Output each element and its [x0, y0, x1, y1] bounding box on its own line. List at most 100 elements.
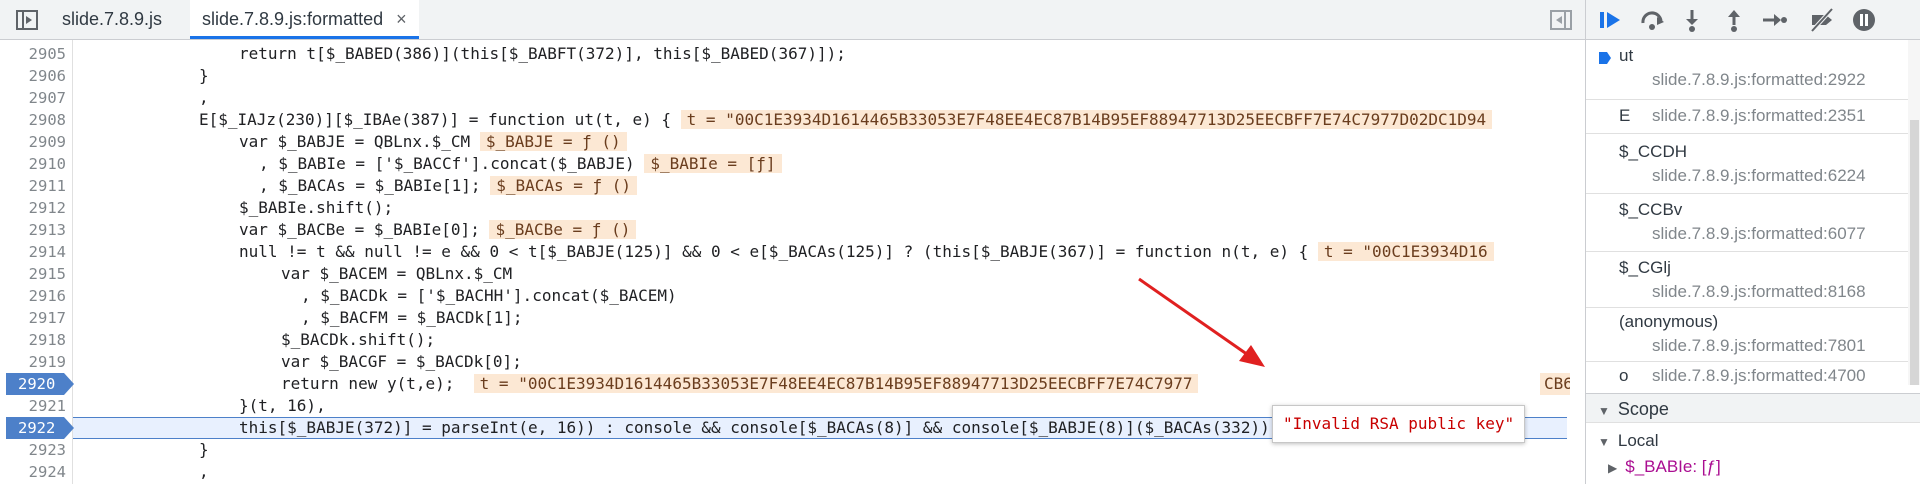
code-line: , $_BACAs = $_BABIe[1]; $_BACAs = ƒ () — [259, 175, 638, 197]
inline-value: t = "00C1E3934D1614465B33053E7F48EE4EC87… — [473, 374, 1199, 393]
line-number[interactable]: 2911 — [0, 175, 66, 197]
line-number[interactable]: 2909 — [0, 131, 66, 153]
line-number[interactable]: 2919 — [0, 351, 66, 373]
editor-tab-bar: slide.7.8.9.js slide.7.8.9.js:formatted … — [0, 0, 1585, 40]
code-line: var $_BACGF = $_BACDk[0]; — [281, 352, 522, 371]
code-line: var $_BACEM = QBLnx.$_CM — [281, 264, 513, 283]
value-tooltip: "Invalid RSA public key" — [1272, 405, 1526, 443]
line-number[interactable]: 2905 — [0, 43, 66, 65]
frame-name: $_CGlj — [1619, 258, 1671, 277]
frame-name: o — [1619, 366, 1629, 385]
tab-label: slide.7.8.9.js — [62, 9, 163, 29]
close-icon[interactable]: × — [396, 0, 407, 39]
code-line: E[$_IAJz(230)][$_IBAe(387)] = function u… — [199, 109, 1493, 131]
local-label: Local — [1617, 431, 1659, 450]
step-out-icon[interactable] — [1720, 7, 1748, 33]
call-frame[interactable]: (anonymous) slide.7.8.9.js:formatted:780… — [1586, 308, 1920, 362]
panel-toggle-icon[interactable] — [1548, 7, 1574, 33]
code-editor[interactable]: 2905 2906 2907 2908 2909 2910 2911 2912 2913 2914… — [0, 40, 1570, 484]
scope-section-header[interactable]: ▼ Scope — [1586, 393, 1920, 423]
call-frame[interactable]: E slide.7.8.9.js:formatted:2351 — [1586, 100, 1920, 132]
scope-local-header[interactable]: ▼ Local — [1586, 428, 1920, 454]
tab-source-formatted[interactable]: slide.7.8.9.js:formatted × — [190, 0, 419, 39]
inline-value: $_BABJE = ƒ () — [479, 132, 627, 151]
inline-value: $_BACAs = ƒ () — [490, 176, 638, 195]
code-line: return new y(t,e); t = "00C1E3934D161446… — [281, 373, 1199, 395]
line-number[interactable]: 2920 — [6, 373, 70, 395]
call-frame[interactable]: $_CGlj slide.7.8.9.js:formatted:8168 — [1586, 252, 1920, 310]
call-stack-scrollbar[interactable] — [1908, 40, 1920, 385]
line-number[interactable]: 2907 — [0, 87, 66, 109]
line-number[interactable]: 2913 — [0, 219, 66, 241]
step-over-icon[interactable] — [1638, 7, 1666, 33]
frame-name: $_CCDH — [1619, 142, 1688, 161]
inline-value-tail: CB6 — [1540, 373, 1570, 395]
code-line: return t[$_BABED(386)](this[$_BABFT(372)… — [239, 44, 846, 63]
pause-on-exceptions-icon[interactable] — [1850, 7, 1878, 33]
line-number[interactable]: 2914 — [0, 241, 66, 263]
code-line: $_BABIe.shift(); — [239, 198, 394, 217]
step-icon[interactable] — [1760, 7, 1788, 33]
call-frame[interactable]: o slide.7.8.9.js:formatted:4700 — [1586, 362, 1920, 386]
frame-location[interactable]: slide.7.8.9.js:formatted:2922 — [1652, 70, 1866, 90]
code-line: , — [199, 88, 209, 107]
red-arrow-annotation — [1138, 277, 1265, 367]
code-line: $_BACDk.shift(); — [281, 330, 436, 349]
frame-location[interactable]: slide.7.8.9.js:formatted:6224 — [1652, 166, 1866, 186]
frame-name: (anonymous) — [1619, 312, 1719, 331]
chevron-down-icon: ▼ — [1598, 435, 1610, 449]
line-number[interactable]: 2921 — [0, 395, 66, 417]
call-frame[interactable]: $_CCDH slide.7.8.9.js:formatted:6224 — [1586, 134, 1920, 192]
inline-value: $_BABIe = [ƒ] — [644, 154, 782, 173]
line-number[interactable]: 2912 — [0, 197, 66, 219]
line-number[interactable]: 2915 — [0, 263, 66, 285]
line-number[interactable]: 2910 — [0, 153, 66, 175]
scope-variable: $_BABIe: [ƒ] — [1625, 457, 1721, 476]
code-line: this[$_BABJE(372)] = parseInt(e, 16)) : … — [239, 418, 1280, 437]
line-number[interactable]: 2906 — [0, 65, 66, 87]
code-line: , $_BACDk = ['$_BACHH'].concat($_BACEM) — [301, 286, 677, 305]
line-number[interactable]: 2922 — [6, 417, 70, 439]
scope-variable-row[interactable]: ▶ $_BABIe: [ƒ] — [1586, 454, 1920, 480]
tab-source[interactable]: slide.7.8.9.js — [62, 0, 162, 39]
line-number[interactable]: 2917 — [0, 307, 66, 329]
frame-location[interactable]: slide.7.8.9.js:formatted:4700 — [1652, 366, 1866, 386]
step-into-icon[interactable] — [1678, 7, 1706, 33]
frame-location[interactable]: slide.7.8.9.js:formatted:7801 — [1652, 336, 1866, 356]
inline-value: $_BACBe = ƒ () — [489, 220, 637, 239]
code-line: var $_BACBe = $_BABIe[0]; $_BACBe = ƒ () — [239, 219, 637, 241]
scope-title: Scope — [1617, 399, 1669, 419]
inline-value: t = "00C1E3934D1614465B33053E7F48EE4EC87… — [680, 110, 1493, 129]
call-frame[interactable]: $_CCBv slide.7.8.9.js:formatted:6077 — [1586, 194, 1920, 252]
code-line: null != t && null != e && 0 < t[$_BABJE(… — [239, 241, 1494, 263]
scrollbar-thumb[interactable] — [1910, 120, 1919, 385]
line-number[interactable]: 2916 — [0, 285, 66, 307]
line-number[interactable]: 2923 — [0, 439, 66, 461]
code-line: }(t, 16), — [239, 396, 326, 415]
code-line: } — [199, 440, 209, 459]
line-number[interactable]: 2908 — [0, 109, 66, 131]
chevron-right-icon: ▶ — [1608, 461, 1618, 475]
sidebar-toggle-icon[interactable] — [14, 7, 40, 33]
current-frame-arrow-icon — [1599, 52, 1611, 64]
frame-location[interactable]: slide.7.8.9.js:formatted:2351 — [1652, 106, 1866, 126]
frame-location[interactable]: slide.7.8.9.js:formatted:6077 — [1652, 224, 1866, 244]
code-line: , $_BACFM = $_BACDk[1]; — [301, 308, 523, 327]
line-number[interactable]: 2924 — [0, 461, 66, 483]
code-line: , $_BABIe = ['$_BACCf'].concat($_BABJE) … — [259, 153, 782, 175]
chevron-down-icon: ▼ — [1598, 404, 1610, 418]
code-line: , — [199, 462, 209, 481]
code-line: var $_BABJE = QBLnx.$_CM $_BABJE = ƒ () — [239, 131, 627, 153]
call-stack-list: ut slide.7.8.9.js:formatted:2922 E slide… — [1586, 40, 1920, 385]
frame-name: ut — [1619, 46, 1634, 65]
deactivate-breakpoints-icon[interactable] — [1808, 7, 1836, 33]
code-line: } — [199, 66, 209, 85]
line-number[interactable]: 2918 — [0, 329, 66, 351]
resume-icon[interactable] — [1596, 7, 1624, 33]
call-frame[interactable]: ut slide.7.8.9.js:formatted:2922 — [1586, 40, 1920, 98]
tab-label: slide.7.8.9.js:formatted — [202, 9, 384, 29]
debugger-sidebar: ut slide.7.8.9.js:formatted:2922 E slide… — [1585, 0, 1920, 484]
frame-location[interactable]: slide.7.8.9.js:formatted:8168 — [1652, 282, 1866, 302]
frame-name: E — [1619, 106, 1631, 125]
inline-value: t = "00C1E3934D16 — [1317, 242, 1494, 261]
